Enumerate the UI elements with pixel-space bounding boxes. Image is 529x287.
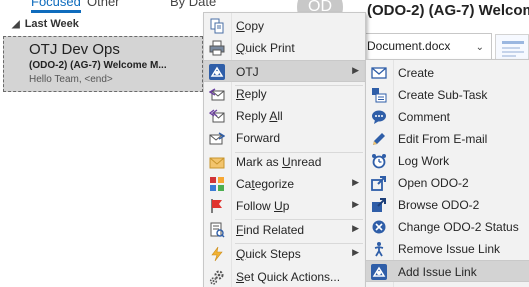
- group-header-last-week[interactable]: ◢ Last Week: [12, 14, 202, 34]
- find-related-icon: [209, 222, 225, 238]
- menu-item-mark-as-unread[interactable]: Mark as Unread: [204, 151, 365, 173]
- submenu-item-create[interactable]: Create: [366, 62, 529, 84]
- submenu-label: Remove Issue Link: [398, 242, 501, 256]
- quick-steps-icon: [209, 246, 225, 262]
- comment-icon: [371, 109, 387, 125]
- categorize-icon: [209, 176, 225, 192]
- collapse-caret-icon: ◢: [12, 18, 20, 30]
- message-subject: (ODO-2) (AG-7) Welcome M...: [29, 60, 167, 71]
- forward-icon: [209, 130, 225, 146]
- copy-icon: [209, 18, 225, 34]
- message-preview: Hello Team, <end>: [29, 74, 113, 85]
- submenu-arrow-icon: ▶: [352, 247, 359, 257]
- group-header-label: Last Week: [24, 18, 79, 30]
- tab-focused[interactable]: Focused: [31, 0, 81, 13]
- submenu-label: Change ODO-2 Status: [398, 220, 519, 234]
- quick-actions-icon: [209, 269, 225, 285]
- menu-item-categorize[interactable]: Categorize ▶: [204, 173, 365, 195]
- submenu-label: Open ODO-2: [398, 176, 469, 190]
- attachment-name: Document.docx: [367, 39, 451, 53]
- submenu-item-comment[interactable]: Comment: [366, 106, 529, 128]
- reply-all-icon: [209, 108, 225, 124]
- chevron-down-icon[interactable]: ⌄: [476, 42, 484, 53]
- menu-item-quick-steps[interactable]: Quick Steps ▶: [204, 243, 365, 265]
- menu-item-reply[interactable]: Reply: [204, 83, 365, 105]
- mark-unread-icon: [209, 154, 225, 170]
- reading-pane-title: (ODO-2) (AG-7) Welcome: [367, 2, 529, 19]
- sort-by-date[interactable]: By Date: [170, 0, 216, 9]
- submenu-label: Add Issue Link: [398, 265, 477, 279]
- create-subtask-icon: [371, 87, 387, 103]
- otj-submenu: Create Create Sub-Task Comment Edit From…: [365, 59, 529, 287]
- context-menu: Copy Quick Print OTJ ▶ Reply Reply All F…: [203, 12, 366, 287]
- submenu-arrow-icon: ▶: [352, 223, 359, 233]
- menu-item-forward[interactable]: Forward: [204, 127, 365, 149]
- message-list-item[interactable]: OTJ Dev Ops (ODO-2) (AG-7) Welcome M... …: [3, 36, 203, 92]
- change-status-icon: [371, 219, 387, 235]
- otj-icon: [209, 64, 225, 80]
- submenu-item-open-odo-2[interactable]: Open ODO-2: [366, 172, 529, 194]
- submenu-item-browse-odo-2[interactable]: Browse ODO-2: [366, 194, 529, 216]
- quick-print-icon: [209, 40, 225, 56]
- submenu-label: Create Sub-Task: [398, 88, 488, 102]
- menu-item-copy[interactable]: Copy: [204, 15, 365, 37]
- menu-item-quick-print[interactable]: Quick Print: [204, 37, 365, 59]
- submenu-arrow-icon: ▶: [352, 65, 359, 75]
- menu-item-reply-all[interactable]: Reply All: [204, 105, 365, 127]
- menu-item-find-related[interactable]: Find Related ▶: [204, 219, 365, 241]
- submenu-label: Edit From E-mail: [398, 132, 488, 146]
- submenu-arrow-icon: ▶: [352, 177, 359, 187]
- submenu-item-create-sub-task[interactable]: Create Sub-Task: [366, 84, 529, 106]
- add-link-icon: [371, 264, 387, 280]
- menu-item-otj[interactable]: OTJ ▶: [204, 60, 365, 82]
- submenu-arrow-icon: ▶: [352, 199, 359, 209]
- create-envelope-icon: [371, 65, 387, 81]
- submenu-label: Create: [398, 66, 435, 80]
- submenu-label: Log Work: [398, 154, 450, 168]
- submenu-label: Browse ODO-2: [398, 198, 480, 212]
- alarm-clock-icon: [371, 153, 387, 169]
- submenu-label: Comment: [398, 110, 451, 124]
- submenu-item-log-work[interactable]: Log Work: [366, 150, 529, 172]
- browse-external-icon: [371, 197, 387, 213]
- remove-link-icon: [371, 241, 387, 257]
- reply-icon: [209, 86, 225, 102]
- message-sender: OTJ Dev Ops: [29, 41, 120, 58]
- follow-up-flag-icon: [209, 198, 225, 214]
- submenu-item-add-issue-link[interactable]: Add Issue Link: [366, 260, 529, 282]
- edit-pencil-icon: [371, 131, 387, 147]
- submenu-item-edit-from-email[interactable]: Edit From E-mail: [366, 128, 529, 150]
- menu-item-follow-up[interactable]: Follow Up ▶: [204, 195, 365, 217]
- menu-item-set-quick-actions[interactable]: Set Quick Actions...: [204, 266, 365, 287]
- open-external-icon: [371, 175, 387, 191]
- submenu-item-remove-issue-link[interactable]: Remove Issue Link: [366, 238, 529, 260]
- tab-other[interactable]: Other: [87, 0, 120, 9]
- submenu-item-change-status[interactable]: Change ODO-2 Status: [366, 216, 529, 238]
